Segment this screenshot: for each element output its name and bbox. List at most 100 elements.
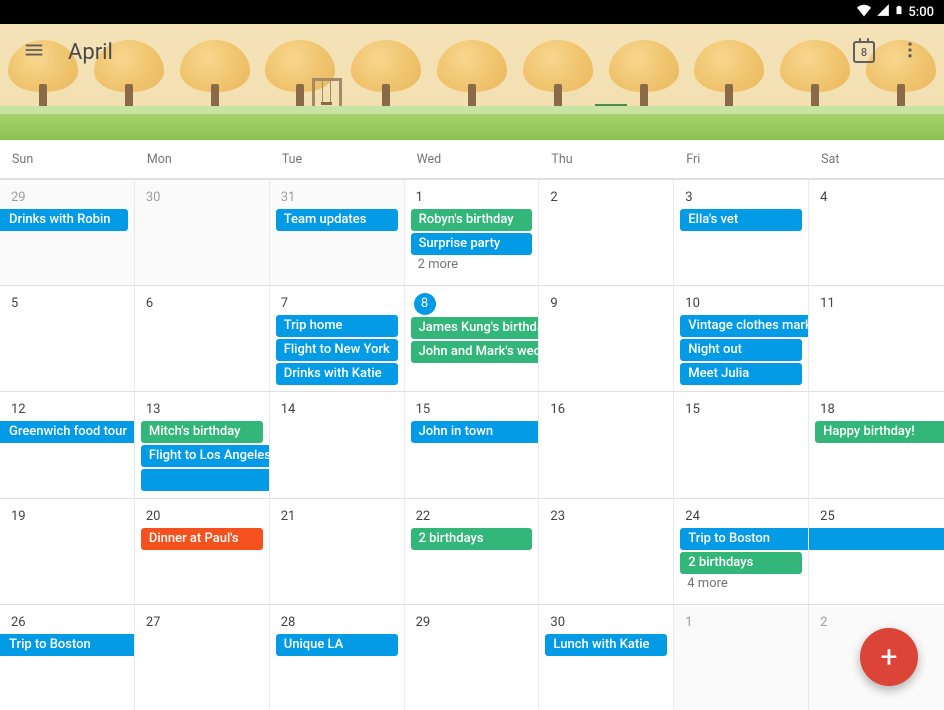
- hamburger-icon: [23, 39, 45, 65]
- day-cell[interactable]: 18Happy birthday!: [809, 391, 944, 497]
- more-events-link[interactable]: 2 more: [408, 255, 536, 272]
- day-number: 29: [408, 613, 431, 634]
- event-chip[interactable]: Ella's vet: [680, 209, 802, 231]
- day-cell[interactable]: 1Robyn's birthdaySurprise party2 more: [405, 179, 540, 285]
- event-chip[interactable]: Vintage clothes market: [680, 315, 809, 337]
- day-number: 16: [542, 400, 565, 421]
- weekday-header-row: Sun Mon Tue Wed Thu Fri Sat: [0, 140, 944, 179]
- day-cell[interactable]: 21: [270, 498, 405, 604]
- day-cell[interactable]: 222 birthdays: [405, 498, 540, 604]
- event-chip[interactable]: [141, 469, 270, 491]
- app-bar: April 8: [0, 24, 944, 80]
- day-cell[interactable]: 26Trip to Boston: [0, 604, 135, 710]
- day-number: 2: [542, 188, 557, 209]
- calendar-today-icon: 8: [853, 41, 875, 63]
- event-chip[interactable]: [809, 528, 944, 550]
- day-cell[interactable]: 3Ella's vet: [674, 179, 809, 285]
- event-chip[interactable]: 2 birthdays: [680, 552, 802, 574]
- day-cell[interactable]: 6: [135, 285, 270, 391]
- event-chip[interactable]: 2 birthdays: [411, 528, 533, 550]
- day-cell[interactable]: 15John in town: [405, 391, 540, 497]
- event-chip[interactable]: Trip home: [276, 315, 398, 337]
- day-cell[interactable]: 7Trip homeFlight to New YorkDrinks with …: [270, 285, 405, 391]
- event-chip[interactable]: Drinks with Robin: [0, 209, 128, 231]
- event-chip[interactable]: Robyn's birthday: [411, 209, 533, 231]
- day-cell[interactable]: 5: [0, 285, 135, 391]
- today-indicator: 8: [414, 293, 436, 315]
- today-button[interactable]: 8: [850, 38, 878, 66]
- day-number: 25: [812, 507, 835, 528]
- day-cell[interactable]: 29Drinks with Robin: [0, 179, 135, 285]
- day-cell[interactable]: 28Unique LA: [270, 604, 405, 710]
- day-cell[interactable]: 27: [135, 604, 270, 710]
- day-number: 22: [408, 507, 431, 528]
- event-chip[interactable]: Flight to New York: [276, 339, 398, 361]
- event-chip[interactable]: Dinner at Paul's: [141, 528, 263, 550]
- event-chip[interactable]: Team updates: [276, 209, 398, 231]
- day-number: 28: [273, 613, 296, 634]
- weekday-label: Thu: [539, 140, 674, 178]
- day-cell[interactable]: 23: [539, 498, 674, 604]
- status-time: 5:00: [908, 5, 934, 20]
- overflow-button[interactable]: [896, 38, 924, 66]
- day-cell[interactable]: 19: [0, 498, 135, 604]
- event-chip[interactable]: Flight to Los Angeles: [141, 445, 270, 467]
- event-chip[interactable]: James Kung's birthday: [411, 317, 540, 339]
- day-number: 11: [812, 294, 835, 315]
- battery-icon: [894, 2, 904, 22]
- day-cell[interactable]: 10Vintage clothes marketNight outMeet Ju…: [674, 285, 809, 391]
- day-number: 12: [3, 400, 26, 421]
- day-cell[interactable]: 29: [405, 604, 540, 710]
- event-chip[interactable]: Surprise party: [411, 233, 533, 255]
- event-chip[interactable]: Unique LA: [276, 634, 398, 656]
- day-number: 10: [677, 294, 700, 315]
- event-chip[interactable]: Night out: [680, 339, 802, 361]
- day-number: 15: [677, 400, 700, 421]
- cell-signal-icon: [876, 3, 890, 21]
- day-cell[interactable]: 30: [135, 179, 270, 285]
- day-cell[interactable]: 14: [270, 391, 405, 497]
- plus-icon: +: [880, 640, 897, 675]
- event-chip[interactable]: Trip to Boston: [680, 528, 809, 550]
- month-title[interactable]: April: [68, 40, 113, 65]
- event-chip[interactable]: John in town: [411, 421, 540, 443]
- day-number: 27: [138, 613, 161, 634]
- day-cell[interactable]: 25: [809, 498, 944, 604]
- day-number: 31: [273, 188, 296, 209]
- event-chip[interactable]: Happy birthday!: [815, 421, 944, 443]
- day-cell[interactable]: 16: [539, 391, 674, 497]
- day-cell[interactable]: 30Lunch with Katie: [539, 604, 674, 710]
- menu-button[interactable]: [20, 38, 48, 66]
- event-chip[interactable]: Drinks with Katie: [276, 363, 398, 385]
- day-cell[interactable]: 20Dinner at Paul's: [135, 498, 270, 604]
- event-chip[interactable]: Greenwich food tour: [0, 421, 135, 443]
- day-cell[interactable]: 8James Kung's birthdayJohn and Mark's we…: [405, 285, 540, 391]
- day-cell[interactable]: 13Mitch's birthdayFlight to Los Angeles: [135, 391, 270, 497]
- wifi-icon: [856, 3, 872, 21]
- day-number: 5: [3, 294, 18, 315]
- event-chip[interactable]: Meet Julia: [680, 363, 802, 385]
- event-chip[interactable]: Lunch with Katie: [545, 634, 667, 656]
- day-cell[interactable]: 24Trip to Boston2 birthdays4 more: [674, 498, 809, 604]
- day-number: 15: [408, 400, 431, 421]
- event-chip[interactable]: John and Mark's wedding: [411, 341, 540, 363]
- day-cell[interactable]: 31Team updates: [270, 179, 405, 285]
- day-cell[interactable]: 12Greenwich food tour: [0, 391, 135, 497]
- header-illustration-grass: [0, 112, 944, 140]
- day-cell[interactable]: 2: [539, 179, 674, 285]
- day-number: 19: [3, 507, 26, 528]
- create-event-fab[interactable]: +: [860, 628, 918, 686]
- day-number: 9: [542, 294, 557, 315]
- more-events-link[interactable]: 4 more: [677, 574, 805, 591]
- day-cell[interactable]: 15: [674, 391, 809, 497]
- event-chip[interactable]: Mitch's birthday: [141, 421, 263, 443]
- day-number: 1: [677, 613, 692, 634]
- day-cell[interactable]: 9: [539, 285, 674, 391]
- day-cell[interactable]: 11: [809, 285, 944, 391]
- day-cell[interactable]: 4: [809, 179, 944, 285]
- weekday-label: Sun: [0, 140, 135, 178]
- day-number: 7: [273, 294, 288, 315]
- event-chip[interactable]: Trip to Boston: [0, 634, 135, 656]
- status-bar: 5:00: [0, 0, 944, 24]
- day-cell[interactable]: 1: [674, 604, 809, 710]
